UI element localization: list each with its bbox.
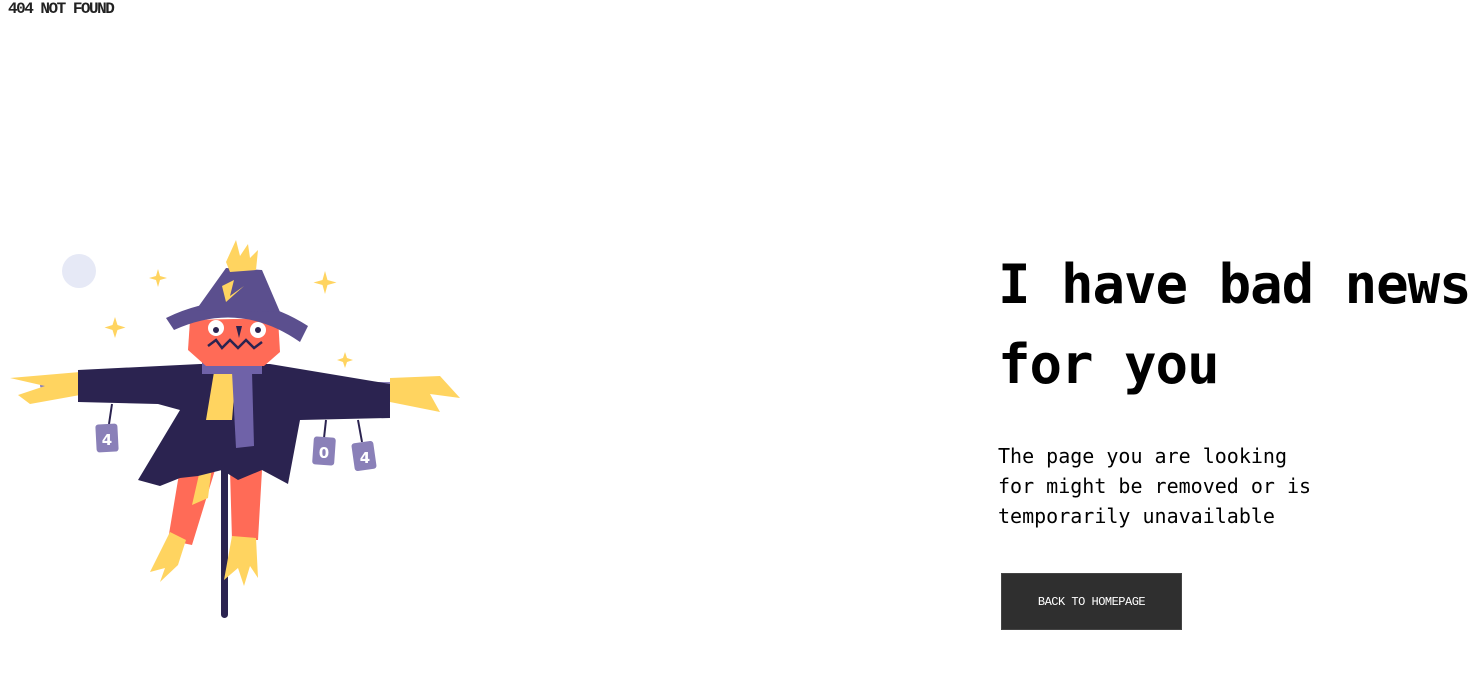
scarecrow-illustration: 4 0 4 xyxy=(10,240,460,618)
can-left: 4 xyxy=(95,403,119,453)
straw-hand-left xyxy=(10,372,80,404)
svg-text:4: 4 xyxy=(360,449,370,467)
page-title: I have bad news for you xyxy=(998,245,1470,405)
message-line-3: temporarily unavailable xyxy=(998,504,1275,528)
sparkle-icon xyxy=(149,269,167,287)
can-middle: 0 xyxy=(312,419,336,466)
hat-crown xyxy=(196,268,280,312)
error-content: I have bad news for you The page you are… xyxy=(998,245,1470,531)
straw-foot-left xyxy=(150,532,186,582)
sparkle-icon xyxy=(104,317,126,338)
hat-straw xyxy=(226,240,258,272)
face xyxy=(188,318,280,366)
svg-text:4: 4 xyxy=(102,431,112,449)
back-to-homepage-button[interactable]: BACK TO HOMEPAGE xyxy=(1001,573,1182,630)
error-message: The page you are looking for might be re… xyxy=(998,441,1318,531)
message-line-2: for might be removed or is xyxy=(998,474,1312,498)
moon-icon xyxy=(62,254,96,288)
straw-foot-right xyxy=(224,536,258,586)
page-status-title: 404 NOT FOUND xyxy=(8,0,115,18)
svg-text:0: 0 xyxy=(319,444,329,462)
straw-hand-right xyxy=(390,376,460,412)
headline-line-1: I have bad news xyxy=(998,253,1470,316)
sparkle-icon xyxy=(337,352,353,368)
message-line-1: The page you are looking xyxy=(998,444,1287,468)
can-right: 4 xyxy=(351,419,377,472)
headline-line-2: for you xyxy=(998,333,1220,396)
sparkle-icon xyxy=(313,271,337,294)
